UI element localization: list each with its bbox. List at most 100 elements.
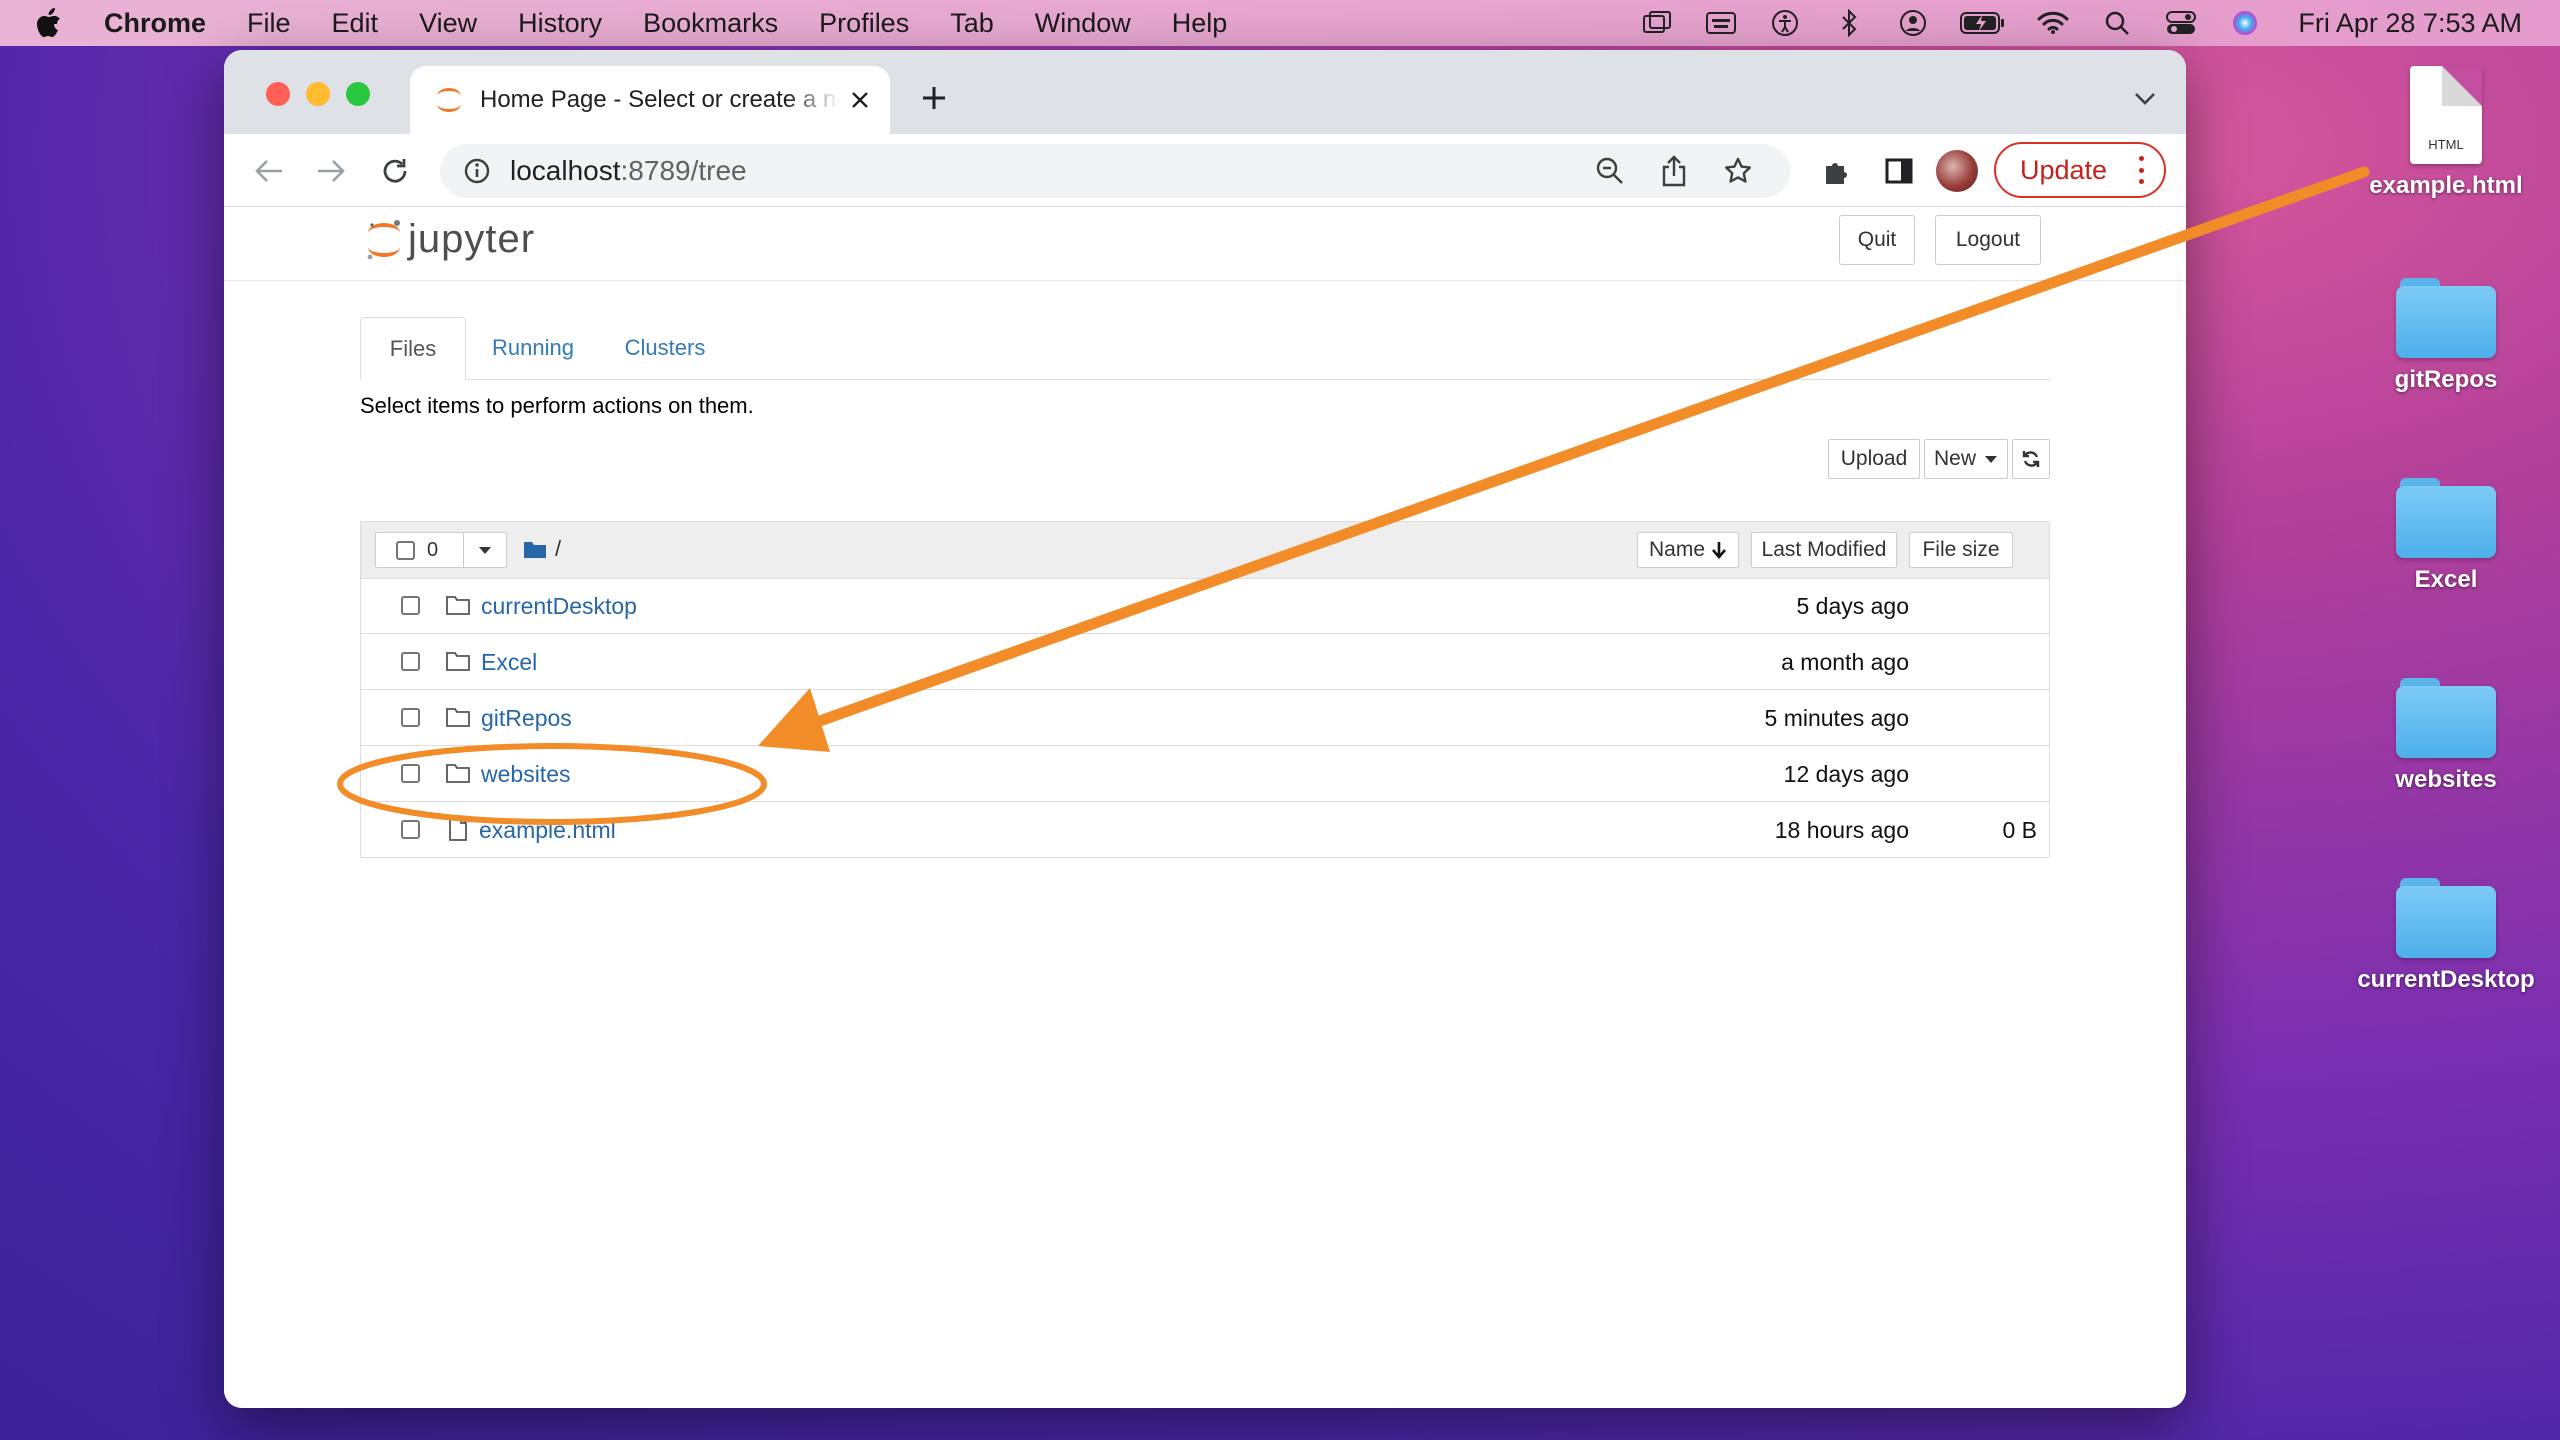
- bookmark-star-icon[interactable]: [1720, 153, 1756, 189]
- spotlight-search-icon[interactable]: [2100, 6, 2134, 40]
- menu-bar: Chrome File Edit View History Bookmarks …: [0, 0, 2560, 46]
- minimize-window-button[interactable]: [306, 82, 330, 106]
- siri-icon[interactable]: [2228, 6, 2262, 40]
- reload-icon[interactable]: [376, 152, 414, 190]
- row-checkbox[interactable]: [401, 764, 420, 783]
- maximize-window-button[interactable]: [346, 82, 370, 106]
- desktop-folder-currentdesktop[interactable]: currentDesktop: [2346, 878, 2546, 994]
- extensions-puzzle-icon[interactable]: [1818, 152, 1856, 190]
- desktop-item-label: currentDesktop: [2357, 966, 2535, 993]
- apple-icon[interactable]: [34, 7, 74, 39]
- close-tab-icon[interactable]: [846, 86, 874, 114]
- jupyter-favicon-icon: [432, 83, 466, 117]
- refresh-button[interactable]: [2012, 439, 2050, 479]
- folder-icon: [445, 648, 471, 674]
- desktop-folder-websites[interactable]: websites: [2346, 678, 2546, 794]
- battery-icon[interactable]: [1960, 6, 2006, 40]
- menu-app-name[interactable]: Chrome: [104, 8, 206, 39]
- back-arrow-icon[interactable]: [250, 152, 288, 190]
- address-bar[interactable]: localhost:8789/tree: [440, 144, 1790, 198]
- tab-clusters[interactable]: Clusters: [600, 317, 730, 379]
- jupyter-logo[interactable]: jupyter: [364, 215, 535, 263]
- jupyter-header: jupyter Quit Logout: [224, 207, 2186, 281]
- select-menu-caret-icon[interactable]: [463, 533, 506, 567]
- menu-clock[interactable]: Fri Apr 28 7:53 AM: [2298, 8, 2522, 39]
- keyboard-icon[interactable]: [1704, 6, 1738, 40]
- item-name-link[interactable]: websites: [481, 761, 570, 788]
- browser-toolbar: localhost:8789/tree Update: [224, 134, 2186, 207]
- item-modified: 5 days ago: [1796, 593, 1909, 619]
- list-item-excel[interactable]: Excel a month ago: [361, 634, 2049, 690]
- side-panel-icon[interactable]: [1880, 152, 1918, 190]
- list-item-websites[interactable]: websites 12 days ago: [361, 746, 2049, 802]
- row-checkbox[interactable]: [401, 652, 420, 671]
- menu-history[interactable]: History: [518, 8, 602, 39]
- more-menu-icon[interactable]: [2136, 156, 2146, 184]
- menu-tab[interactable]: Tab: [950, 8, 994, 39]
- column-name-label: Name: [1648, 538, 1706, 561]
- share-icon[interactable]: [1656, 153, 1692, 189]
- menu-view[interactable]: View: [419, 8, 477, 39]
- list-item-currentdesktop[interactable]: currentDesktop 5 days ago: [361, 578, 2049, 634]
- logout-button[interactable]: Logout: [1935, 215, 2041, 265]
- profile-avatar[interactable]: [1936, 150, 1978, 192]
- item-name-link[interactable]: gitRepos: [481, 705, 572, 732]
- upload-button[interactable]: Upload: [1828, 439, 1920, 479]
- item-name-link[interactable]: Excel: [481, 649, 537, 676]
- item-name-link[interactable]: example.html: [479, 817, 616, 844]
- item-size: 0 B: [2002, 817, 2037, 843]
- menu-window[interactable]: Window: [1035, 8, 1131, 39]
- forward-arrow-icon[interactable]: [312, 152, 350, 190]
- file-list-header: 0 / Name Last Modified File size: [361, 522, 2049, 579]
- desktop-file-example-html[interactable]: HTML example.html: [2346, 66, 2546, 200]
- select-all-checkbox[interactable]: [396, 540, 415, 560]
- tab-running[interactable]: Running: [478, 317, 588, 379]
- user-account-icon[interactable]: [1896, 6, 1930, 40]
- caret-down-icon: [1985, 456, 1997, 463]
- desktop-folder-gitrepos[interactable]: gitRepos: [2346, 278, 2546, 394]
- close-window-button[interactable]: [266, 82, 290, 106]
- folder-icon: [2396, 878, 2496, 958]
- sort-by-name-button[interactable]: Name: [1637, 532, 1739, 568]
- sort-by-size-button[interactable]: File size: [1909, 532, 2013, 568]
- update-chrome-button[interactable]: Update: [1994, 142, 2166, 198]
- desktop-folder-excel[interactable]: Excel: [2346, 478, 2546, 594]
- menu-help[interactable]: Help: [1172, 8, 1228, 39]
- browser-tab-active[interactable]: Home Page - Select or create a notebook: [410, 66, 890, 134]
- bluetooth-icon[interactable]: [1832, 6, 1866, 40]
- desktop-item-label: Excel: [2414, 566, 2478, 593]
- menu-edit[interactable]: Edit: [332, 8, 379, 39]
- wifi-icon[interactable]: [2036, 6, 2070, 40]
- sort-by-modified-button[interactable]: Last Modified: [1751, 532, 1897, 568]
- list-item-example-html[interactable]: example.html 18 hours ago 0 B: [361, 802, 2049, 858]
- url-host: localhost: [510, 155, 621, 186]
- quit-button[interactable]: Quit: [1839, 215, 1915, 265]
- new-tab-icon[interactable]: [916, 80, 952, 116]
- menu-file[interactable]: File: [247, 8, 291, 39]
- item-modified: 18 hours ago: [1774, 817, 1909, 843]
- file-icon: [445, 816, 471, 842]
- zoom-out-icon[interactable]: [1592, 153, 1628, 189]
- select-all-group[interactable]: 0: [375, 532, 507, 568]
- desktop-item-label: example.html: [2369, 172, 2523, 199]
- control-center-icon[interactable]: [2164, 6, 2198, 40]
- menu-bookmarks[interactable]: Bookmarks: [643, 8, 778, 39]
- row-checkbox[interactable]: [401, 820, 420, 839]
- tab-search-chevron-icon[interactable]: [2130, 84, 2160, 114]
- row-checkbox[interactable]: [401, 708, 420, 727]
- tab-files[interactable]: Files: [360, 317, 466, 380]
- row-checkbox[interactable]: [401, 596, 420, 615]
- refresh-icon: [2022, 451, 2040, 467]
- breadcrumb[interactable]: /: [523, 536, 561, 562]
- selection-hint: Select items to perform actions on them.: [360, 393, 754, 418]
- screen-mirroring-icon[interactable]: [1640, 6, 1674, 40]
- new-dropdown-button[interactable]: New: [1924, 439, 2008, 479]
- tab-strip: Home Page - Select or create a notebook: [224, 50, 2186, 134]
- site-info-icon[interactable]: [460, 154, 494, 188]
- menu-profiles[interactable]: Profiles: [819, 8, 909, 39]
- list-item-gitrepos[interactable]: gitRepos 5 minutes ago: [361, 690, 2049, 746]
- desktop-item-label: websites: [2395, 766, 2497, 793]
- item-name-link[interactable]: currentDesktop: [481, 593, 637, 620]
- folder-icon: [2396, 678, 2496, 758]
- accessibility-icon[interactable]: [1768, 6, 1802, 40]
